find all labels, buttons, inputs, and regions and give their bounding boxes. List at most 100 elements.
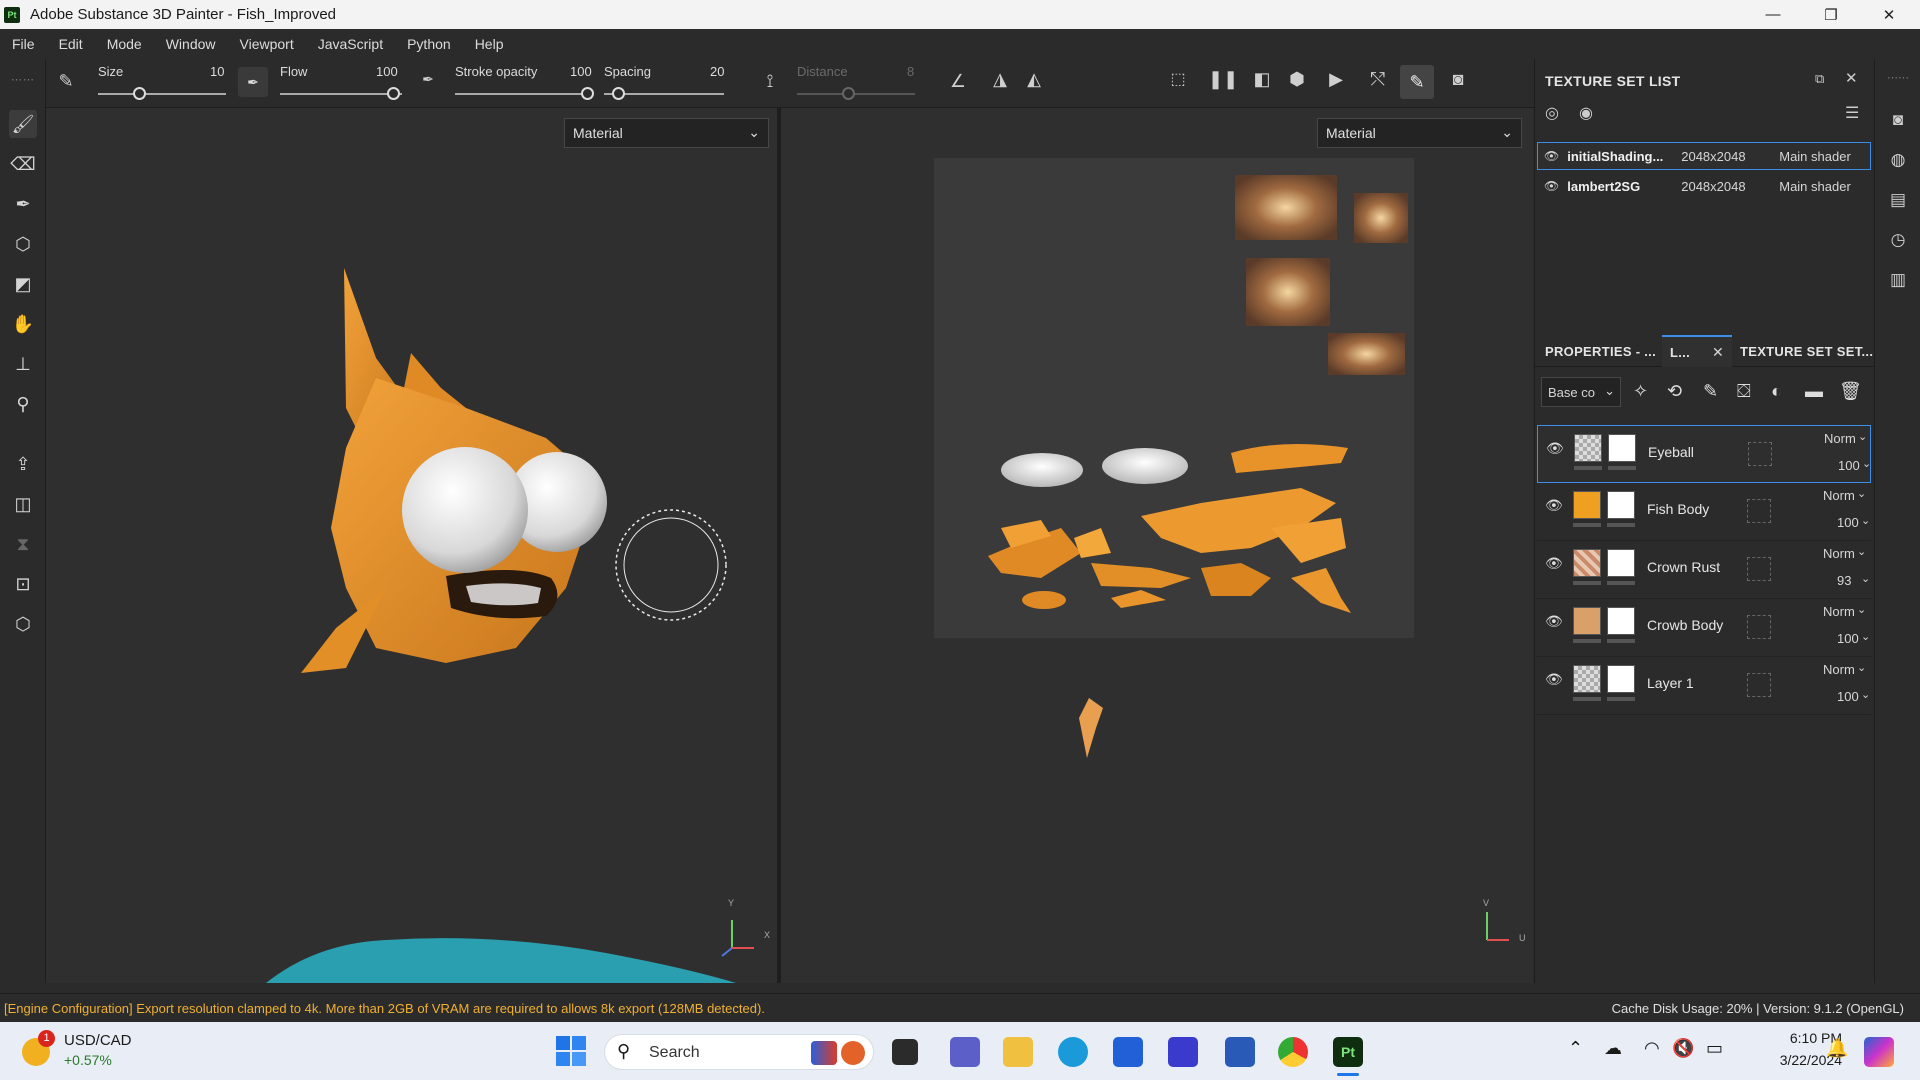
angle-icon[interactable]: ∠ bbox=[944, 71, 972, 92]
add-effect-icon[interactable]: ✧ bbox=[1633, 381, 1648, 402]
flow-slider-handle[interactable] bbox=[387, 87, 400, 100]
layer-effect-slot[interactable] bbox=[1747, 615, 1771, 639]
layer-effect-slot[interactable] bbox=[1748, 442, 1772, 466]
menu-viewport[interactable]: Viewport bbox=[228, 36, 306, 52]
display-settings-icon[interactable]: ◙ bbox=[1886, 110, 1910, 134]
display-cube-icon[interactable]: ⬢ bbox=[1283, 69, 1311, 90]
menu-help[interactable]: Help bbox=[463, 36, 516, 52]
symmetry-options-icon[interactable]: ◭ bbox=[1020, 69, 1048, 90]
eye-icon[interactable]: 👁 bbox=[1544, 149, 1559, 163]
log-icon[interactable]: ▥ bbox=[1886, 270, 1910, 294]
minimize-button[interactable]: — bbox=[1744, 0, 1802, 29]
lazy-mouse-icon[interactable]: ⟟ bbox=[756, 71, 784, 92]
copilot-icon[interactable] bbox=[1864, 1037, 1894, 1067]
menu-file[interactable]: File bbox=[0, 36, 47, 52]
eye-icon[interactable]: 👁 bbox=[1545, 497, 1563, 514]
edge-icon[interactable] bbox=[1058, 1037, 1088, 1067]
teams-new-icon[interactable] bbox=[1225, 1037, 1255, 1067]
layer-row[interactable]: 👁 Crown Rust Norm ⌄ 93 ⌄ bbox=[1537, 541, 1871, 599]
texture-set-row[interactable]: 👁 lambert2SG 2048x2048 Main shader bbox=[1537, 172, 1871, 200]
layer-opacity[interactable]: 93 bbox=[1837, 573, 1851, 588]
wifi-icon[interactable]: ◠ bbox=[1644, 1038, 1660, 1059]
layer-blend-mode[interactable]: Norm bbox=[1823, 662, 1855, 677]
geometry-fill-tool[interactable]: ⬡ bbox=[9, 230, 37, 258]
layer-row[interactable]: 👁 Eyeball Norm ⌄ 100 ⌄ bbox=[1537, 425, 1871, 483]
screenshot-icon[interactable]: ◙ bbox=[1444, 69, 1472, 90]
menu-window[interactable]: Window bbox=[154, 36, 228, 52]
layer-opacity[interactable]: 100 bbox=[1837, 515, 1859, 530]
layer-mask-thumbnail[interactable] bbox=[1607, 549, 1635, 577]
close-tab-icon[interactable]: ✕ bbox=[1712, 344, 1724, 361]
layer-mask-thumbnail[interactable] bbox=[1607, 607, 1635, 635]
layer-mask-thumbnail[interactable] bbox=[1608, 434, 1636, 462]
layer-effect-slot[interactable] bbox=[1747, 673, 1771, 697]
transform-icon[interactable]: ⤲ bbox=[1364, 69, 1392, 90]
stroke-opacity-slider-handle[interactable] bbox=[581, 87, 594, 100]
flow-pressure-toggle[interactable]: ✒ bbox=[238, 67, 268, 97]
close-button[interactable]: ✕ bbox=[1860, 0, 1918, 29]
layer-effect-slot[interactable] bbox=[1747, 499, 1771, 523]
layer-blend-mode[interactable]: Norm bbox=[1823, 604, 1855, 619]
taskbar-search-box[interactable]: ⚲ Search bbox=[604, 1034, 874, 1070]
layer-blend-mode[interactable]: Norm bbox=[1824, 431, 1856, 446]
delete-layer-icon[interactable]: 🗑 bbox=[1839, 381, 1862, 402]
add-paint-layer-icon[interactable]: ✎ bbox=[1703, 381, 1718, 402]
tab-properties[interactable]: PROPERTIES - ... bbox=[1545, 344, 1656, 359]
history-icon[interactable]: ◷ bbox=[1886, 230, 1910, 254]
chevron-up-icon[interactable]: ⌃ bbox=[1568, 1038, 1583, 1059]
tab-layers[interactable]: L... ✕ bbox=[1662, 335, 1732, 367]
layer-opacity[interactable]: 100 bbox=[1837, 689, 1859, 704]
size-slider-handle[interactable] bbox=[133, 87, 146, 100]
add-mask-icon[interactable]: ⟲ bbox=[1667, 381, 1682, 402]
spacing-value[interactable]: 20 bbox=[710, 64, 724, 79]
battery-icon[interactable]: ▭ bbox=[1706, 1038, 1723, 1059]
layer-effect-slot[interactable] bbox=[1747, 557, 1771, 581]
paint-mode-button[interactable]: ✎ bbox=[1400, 65, 1434, 99]
menu-edit[interactable]: Edit bbox=[47, 36, 95, 52]
stroke-pressure-icon[interactable]: ✒ bbox=[414, 71, 442, 88]
eye-icon[interactable]: 👁 bbox=[1545, 555, 1563, 572]
close-panel-icon[interactable]: ✕ bbox=[1845, 69, 1858, 87]
flow-slider[interactable] bbox=[280, 93, 402, 95]
notification-bell-icon[interactable]: 🔔 bbox=[1826, 1038, 1848, 1059]
task-view-icon[interactable] bbox=[892, 1039, 918, 1065]
texture-set-row[interactable]: 👁 initialShading... 2048x2048 Main shade… bbox=[1537, 142, 1871, 170]
layer-opacity[interactable]: 100 bbox=[1838, 458, 1860, 473]
menu-python[interactable]: Python bbox=[395, 36, 463, 52]
flow-value[interactable]: 100 bbox=[376, 64, 398, 79]
add-fill-layer-icon[interactable]: ⛋ bbox=[1737, 381, 1751, 402]
hide-selection-icon[interactable]: ⬚ bbox=[1164, 69, 1192, 89]
clone-tool[interactable]: ⊥ bbox=[9, 350, 37, 378]
onedrive-icon[interactable]: ☁ bbox=[1604, 1038, 1622, 1059]
polygon-fill-tool[interactable]: ◩ bbox=[9, 270, 37, 298]
symmetry-icon[interactable]: ◮ bbox=[986, 69, 1014, 90]
brush-preset-icon[interactable]: ✎ bbox=[52, 71, 80, 92]
viewport-3d[interactable]: Material ⌄ Y X bbox=[46, 108, 777, 983]
microsoft-store-icon[interactable] bbox=[1113, 1037, 1143, 1067]
eye-icon[interactable]: 👁 bbox=[1545, 671, 1563, 688]
layer-mask-thumbnail[interactable] bbox=[1607, 665, 1635, 693]
assets-icon[interactable]: ▤ bbox=[1886, 190, 1910, 214]
eye-icon[interactable]: 👁 bbox=[1546, 440, 1564, 457]
chrome-icon[interactable] bbox=[1278, 1037, 1308, 1067]
teams-icon[interactable] bbox=[950, 1037, 980, 1067]
restore-button[interactable]: ❐ bbox=[1802, 0, 1860, 29]
bake-tool[interactable]: ◫ bbox=[9, 490, 37, 518]
file-explorer-icon[interactable] bbox=[1003, 1037, 1033, 1067]
size-value[interactable]: 10 bbox=[210, 64, 224, 79]
stroke-opacity-value[interactable]: 100 bbox=[570, 64, 592, 79]
spacing-slider-handle[interactable] bbox=[612, 87, 625, 100]
ticker-symbol[interactable]: USD/CAD bbox=[64, 1032, 132, 1049]
tab-texture-set-settings[interactable]: TEXTURE SET SET... bbox=[1740, 344, 1873, 359]
add-smart-material-icon[interactable]: ◐ bbox=[1771, 381, 1782, 402]
smudge-tool[interactable]: ✋ bbox=[9, 310, 37, 338]
eye-icon[interactable]: 👁 bbox=[1545, 613, 1563, 630]
projection-tool[interactable]: ✒ bbox=[9, 190, 37, 218]
app-icon[interactable] bbox=[1168, 1037, 1198, 1067]
layer-row[interactable]: 👁 Fish Body Norm ⌄ 100 ⌄ bbox=[1537, 483, 1871, 541]
add-folder-icon[interactable]: ▬ bbox=[1805, 381, 1823, 402]
layer-blend-mode[interactable]: Norm bbox=[1823, 546, 1855, 561]
layer-mask-thumbnail[interactable] bbox=[1607, 491, 1635, 519]
measure-tool[interactable]: ⊡ bbox=[9, 570, 37, 598]
menu-javascript[interactable]: JavaScript bbox=[306, 36, 395, 52]
